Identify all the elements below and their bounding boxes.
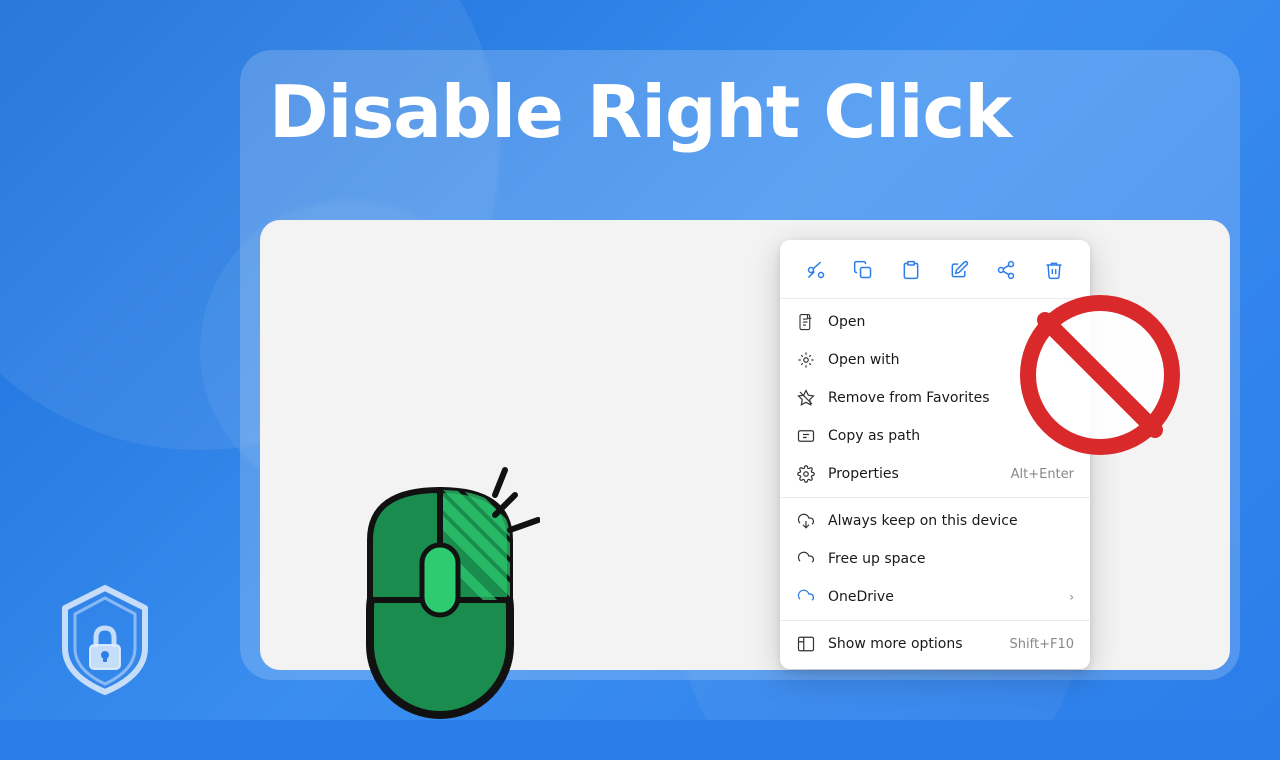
remove-favorites-label: Remove from Favorites [828,390,1074,406]
page-title: Disable Right Click [0,70,1280,154]
shield-lock-icon [50,580,160,690]
separator-1 [780,497,1090,498]
mouse-illustration [340,460,560,760]
open-with-arrow: › [1069,353,1074,367]
context-menu-icon-bar [780,246,1090,299]
properties-icon [796,464,816,484]
menu-item-free-space[interactable]: Free up space [780,540,1090,578]
open-with-label: Open with [828,352,1061,368]
copy-path-icon [796,426,816,446]
keep-device-label: Always keep on this device [828,513,1074,529]
more-options-icon [796,634,816,654]
onedrive-icon [796,587,816,607]
more-options-shortcut: Shift+F10 [1010,637,1074,652]
free-space-label: Free up space [828,551,1074,567]
share-icon[interactable] [988,252,1024,288]
rename-icon[interactable] [941,252,977,288]
paste-icon[interactable] [893,252,929,288]
menu-item-remove-favorites[interactable]: Remove from Favorites [780,379,1090,417]
cut-icon[interactable] [798,252,834,288]
menu-item-open[interactable]: Open Enter [780,303,1090,341]
copy-icon[interactable] [845,252,881,288]
open-shortcut: Enter [1039,315,1074,330]
menu-item-open-with[interactable]: Open with › [780,341,1090,379]
properties-label: Properties [828,466,1003,482]
copy-path-label: Copy as path [828,428,1074,444]
keep-device-icon [796,511,816,531]
onedrive-arrow: › [1069,590,1074,604]
more-options-label: Show more options [828,636,1002,652]
open-with-icon [796,350,816,370]
menu-item-copy-path[interactable]: Copy as path [780,417,1090,455]
star-icon [796,388,816,408]
separator-2 [780,620,1090,621]
open-label: Open [828,314,1031,330]
menu-item-properties[interactable]: Properties Alt+Enter [780,455,1090,493]
free-space-icon [796,549,816,569]
properties-shortcut: Alt+Enter [1011,467,1074,482]
context-menu: Open Enter Open with › Remove from Favor… [780,240,1090,669]
menu-item-onedrive[interactable]: OneDrive › [780,578,1090,616]
menu-item-more-options[interactable]: Show more options Shift+F10 [780,625,1090,663]
onedrive-label: OneDrive [828,589,1061,605]
menu-item-keep-device[interactable]: Always keep on this device [780,502,1090,540]
word-icon [796,312,816,332]
delete-icon[interactable] [1036,252,1072,288]
